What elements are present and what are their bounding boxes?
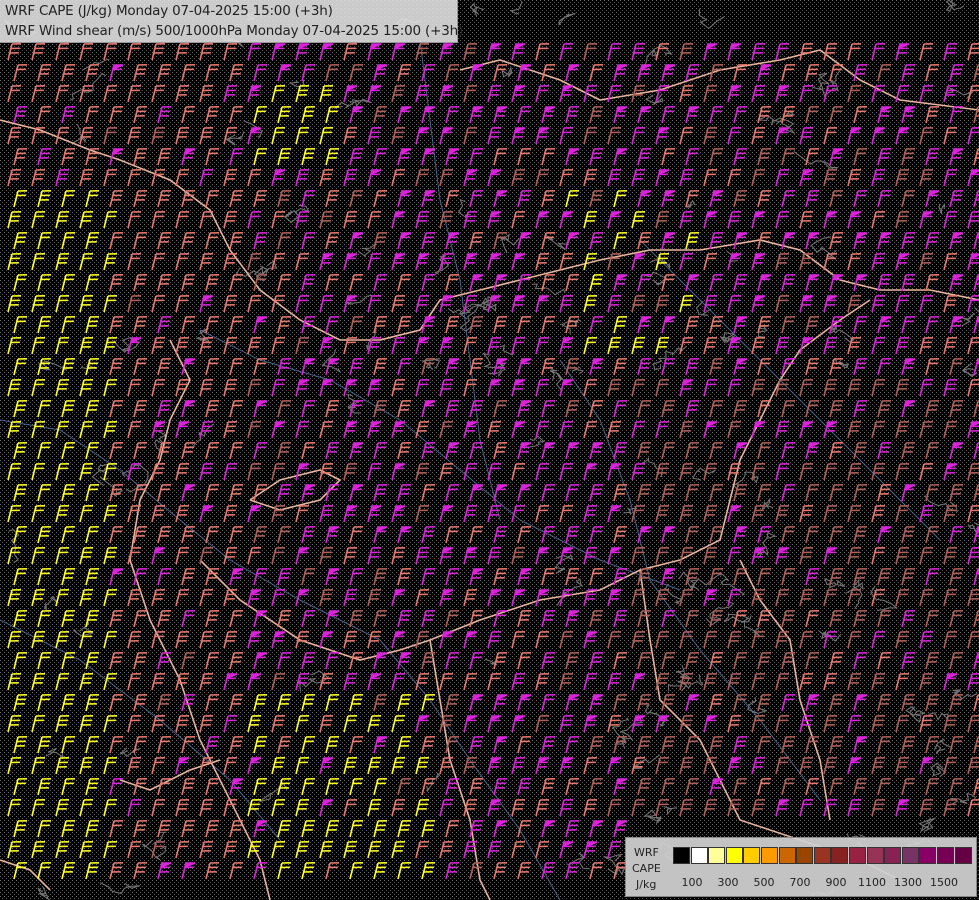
legend-swatch <box>849 847 866 864</box>
legend-swatch <box>866 847 884 864</box>
wind-shear-title: WRF Wind shear (m/s) 500/1000hPa Monday … <box>5 23 464 39</box>
cape-legend: WRF CAPE J/kg 100 300 500 700 900 1100 1300 150… <box>625 837 977 897</box>
legend-swatch <box>673 847 690 864</box>
legend-swatch <box>937 847 954 864</box>
legend-swatch <box>796 847 814 864</box>
legend-swatch <box>690 847 708 864</box>
legend-tick-label: 900 <box>825 876 847 889</box>
legend-tick-label: 500 <box>753 876 775 889</box>
legend-tick-label: 1300 <box>894 876 922 889</box>
legend-swatch <box>708 847 726 864</box>
legend-swatch <box>743 847 761 864</box>
legend-swatch <box>761 847 778 864</box>
legend-tick-label: 1100 <box>858 876 886 889</box>
legend-swatch <box>919 847 937 864</box>
legend-label-unit: J/kg <box>636 878 657 891</box>
legend-tick-label: 300 <box>717 876 739 889</box>
legend-label-cape: CAPE <box>632 862 661 875</box>
legend-tick-label: 700 <box>789 876 811 889</box>
legend-swatch <box>831 847 849 864</box>
legend-tick-label: 100 <box>681 876 703 889</box>
legend-swatch <box>901 847 919 864</box>
weather-map <box>0 0 979 900</box>
legend-swatch <box>954 847 972 864</box>
legend-label-wrf: WRF <box>634 846 659 859</box>
legend-swatch <box>725 847 743 864</box>
legend-tick-label: 1500 <box>930 876 958 889</box>
legend-swatch <box>813 847 831 864</box>
map-title-box: WRF CAPE (J/kg) Monday 07-04-2025 15:00 … <box>0 0 463 43</box>
legend-swatch <box>884 847 902 864</box>
legend-swatch <box>778 847 796 864</box>
cape-title: WRF CAPE (J/kg) Monday 07-04-2025 15:00 … <box>5 3 333 19</box>
